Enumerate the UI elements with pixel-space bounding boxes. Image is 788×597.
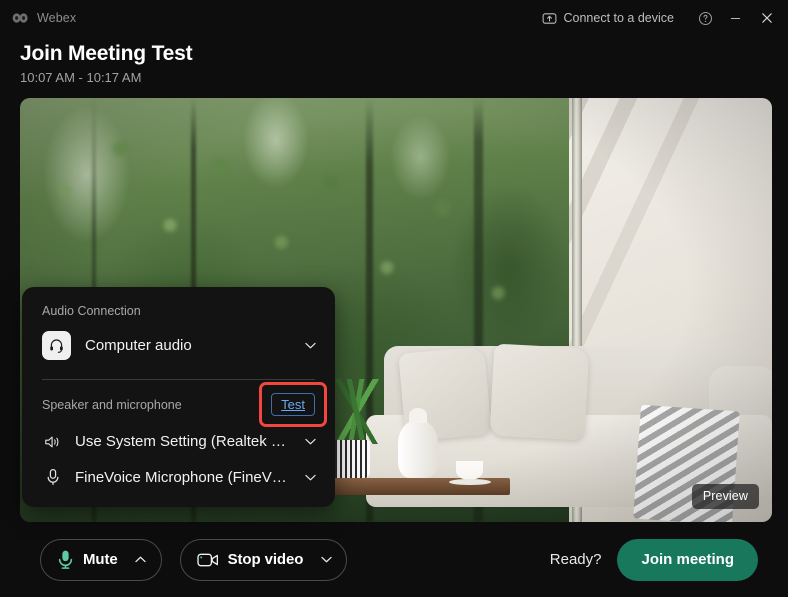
close-icon <box>762 13 772 23</box>
camera-icon <box>196 553 218 566</box>
audio-connection-selector[interactable]: Computer audio <box>22 321 335 370</box>
ready-prompt: Ready? <box>549 551 602 568</box>
brand-name: Webex <box>37 11 77 25</box>
speaker-microphone-label: Speaker and microphone <box>42 397 182 412</box>
chevron-up-icon <box>135 556 146 563</box>
help-button[interactable] <box>690 3 720 33</box>
help-circle-icon <box>698 11 712 25</box>
chevron-down-icon <box>305 342 316 349</box>
stop-video-button[interactable]: Stop video <box>179 538 348 581</box>
test-audio-button[interactable]: Test <box>271 393 315 416</box>
mute-options-caret[interactable] <box>127 551 155 568</box>
microphone-icon <box>44 468 62 486</box>
cast-device-icon <box>542 12 556 24</box>
webex-logo-icon <box>12 13 28 23</box>
plant-pot <box>329 439 371 479</box>
chevron-down-icon <box>305 474 316 480</box>
meeting-controls-bar: Mute Stop video Ready? Join meeting <box>0 522 788 597</box>
chevron-down-icon <box>321 556 332 563</box>
minimize-icon <box>730 17 740 19</box>
speaker-device-value: Use System Setting (Realtek … <box>75 433 286 450</box>
teapot <box>397 408 439 479</box>
sofa-pillow <box>489 344 590 441</box>
speaker-icon <box>44 434 62 450</box>
brand: Webex <box>12 11 76 25</box>
teacup <box>448 460 491 486</box>
audio-connection-value: Computer audio <box>85 337 192 354</box>
stop-video-button-label: Stop video <box>227 551 304 568</box>
webex-join-meeting-window: Webex Connect to a device Join Meeting T… <box>0 0 788 597</box>
mute-button-label: Mute <box>83 551 118 568</box>
connect-to-device-label: Connect to a device <box>563 11 675 25</box>
join-meeting-button[interactable]: Join meeting <box>617 538 758 581</box>
meeting-time-range: 10:07 AM - 10:17 AM <box>20 70 142 85</box>
audio-connection-panel: Audio Connection Computer audio Speaker … <box>22 287 335 507</box>
meeting-header: Join Meeting Test 10:07 AM - 10:17 AM <box>20 41 193 87</box>
title-bar: Webex Connect to a device <box>0 0 788 36</box>
connect-to-device-button[interactable]: Connect to a device <box>536 7 681 30</box>
test-button-wrapper: Test <box>259 382 327 427</box>
mute-button[interactable]: Mute <box>40 538 162 581</box>
audio-connection-section-label: Audio Connection <box>42 304 141 318</box>
chevron-down-icon <box>305 438 316 445</box>
close-button[interactable] <box>752 3 782 33</box>
preview-badge: Preview <box>691 484 759 509</box>
speaker-microphone-header: Speaker and microphone Test <box>22 380 335 427</box>
speaker-device-selector[interactable]: Use System Setting (Realtek … <box>22 424 335 459</box>
microphone-icon <box>58 550 73 569</box>
page-title: Join Meeting Test <box>20 42 193 65</box>
minimize-button[interactable] <box>720 3 750 33</box>
video-options-caret[interactable] <box>312 551 340 568</box>
headset-icon <box>42 331 71 360</box>
microphone-device-selector[interactable]: FineVoice Microphone (FineV… <box>22 459 335 495</box>
microphone-device-value: FineVoice Microphone (FineV… <box>75 468 287 486</box>
